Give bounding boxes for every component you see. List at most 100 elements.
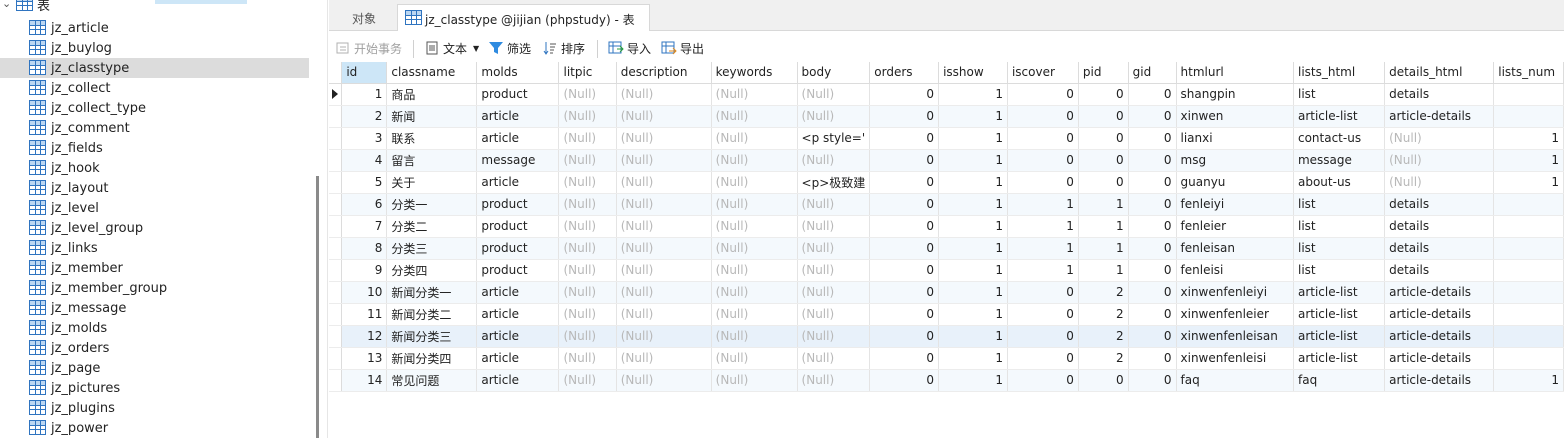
cell-keywords[interactable]: (Null): [711, 149, 798, 172]
cell-gid[interactable]: 0: [1128, 83, 1177, 106]
cell-pid[interactable]: 1: [1078, 259, 1129, 282]
cell-pid[interactable]: 0: [1078, 127, 1129, 150]
cell-isshow[interactable]: 1: [938, 83, 1008, 106]
cell-orders[interactable]: 0: [869, 237, 940, 260]
cell-litpic[interactable]: (Null): [558, 281, 617, 304]
cell-pid[interactable]: 2: [1078, 281, 1129, 304]
cell-classname[interactable]: 分类二: [386, 215, 478, 238]
cell-orders[interactable]: 0: [869, 215, 940, 238]
cell-isshow[interactable]: 1: [938, 105, 1008, 128]
cell-molds[interactable]: article: [476, 347, 560, 370]
tree-item-jz-links[interactable]: jz_links: [0, 238, 309, 258]
table-row[interactable]: 6 分类一 product (Null) (Null) (Null) (Null) 0 1 1 1 0…: [329, 193, 1564, 216]
cell-gid[interactable]: 0: [1128, 237, 1177, 260]
cell-lists-num[interactable]: [1493, 325, 1564, 348]
cell-lists-num[interactable]: [1493, 281, 1564, 304]
import-button[interactable]: 导入: [608, 38, 651, 58]
cell-description[interactable]: (Null): [616, 281, 712, 304]
cell-keywords[interactable]: (Null): [711, 127, 798, 150]
cell-litpic[interactable]: (Null): [558, 105, 617, 128]
row-marker[interactable]: [329, 237, 343, 260]
cell-id[interactable]: 4: [341, 149, 388, 172]
table-row[interactable]: 11 新闻分类二 article (Null) (Null) (Null) (Null) 0 1…: [329, 303, 1564, 326]
row-marker[interactable]: [329, 105, 343, 128]
row-marker[interactable]: [329, 281, 343, 304]
cell-molds[interactable]: article: [476, 369, 560, 392]
tree-group-tables[interactable]: ⌄ 表: [0, 0, 300, 14]
tree-item-jz-pictures[interactable]: jz_pictures: [0, 378, 309, 398]
cell-description[interactable]: (Null): [616, 105, 712, 128]
cell-litpic[interactable]: (Null): [558, 259, 617, 282]
cell-description[interactable]: (Null): [616, 193, 712, 216]
cell-gid[interactable]: 0: [1128, 369, 1177, 392]
cell-pid[interactable]: 1: [1078, 237, 1129, 260]
cell-body[interactable]: (Null): [797, 259, 871, 282]
cell-classname[interactable]: 分类四: [386, 259, 478, 282]
cell-htmlurl[interactable]: xinwenfenleiyi: [1176, 281, 1294, 304]
tree-item-jz-classtype[interactable]: jz_classtype: [0, 58, 309, 78]
tree-item-jz-member[interactable]: jz_member: [0, 258, 309, 278]
column-header-orders[interactable]: orders: [869, 62, 940, 84]
cell-description[interactable]: (Null): [616, 347, 712, 370]
cell-molds[interactable]: product: [476, 83, 560, 106]
cell-orders[interactable]: 0: [869, 347, 940, 370]
cell-classname[interactable]: 新闻分类二: [386, 303, 478, 326]
cell-htmlurl[interactable]: guanyu: [1176, 171, 1294, 194]
column-header-lists-num[interactable]: lists_num: [1493, 62, 1564, 84]
cell-lists-html[interactable]: article-list: [1293, 281, 1386, 304]
cell-id[interactable]: 10: [341, 281, 388, 304]
tree-scrollbar[interactable]: [314, 0, 328, 438]
row-marker[interactable]: [329, 325, 343, 348]
cell-body[interactable]: (Null): [797, 325, 871, 348]
cell-details-html[interactable]: article-details: [1384, 105, 1495, 128]
tab-objects[interactable]: 对象: [329, 4, 397, 31]
cell-pid[interactable]: 1: [1078, 193, 1129, 216]
table-row[interactable]: 14 常见问题 article (Null) (Null) (Null) (Null) 0 1 0…: [329, 369, 1564, 392]
table-row[interactable]: 10 新闻分类一 article (Null) (Null) (Null) (Null) 0 1…: [329, 281, 1564, 304]
row-marker[interactable]: [329, 347, 343, 370]
cell-keywords[interactable]: (Null): [711, 83, 798, 106]
row-marker[interactable]: [329, 193, 343, 216]
cell-iscover[interactable]: 0: [1007, 83, 1079, 106]
column-header-iscover[interactable]: iscover: [1007, 62, 1079, 84]
text-button[interactable]: 文本 ▼: [424, 38, 479, 58]
tree-item-jz-level[interactable]: jz_level: [0, 198, 309, 218]
cell-lists-html[interactable]: faq: [1293, 369, 1386, 392]
row-marker[interactable]: [329, 127, 343, 150]
cell-htmlurl[interactable]: shangpin: [1176, 83, 1294, 106]
cell-details-html[interactable]: details: [1384, 193, 1495, 216]
scrollbar-thumb[interactable]: [316, 176, 319, 438]
cell-orders[interactable]: 0: [869, 259, 940, 282]
cell-pid[interactable]: 2: [1078, 303, 1129, 326]
cell-gid[interactable]: 0: [1128, 149, 1177, 172]
cell-body[interactable]: <p style=': [797, 127, 871, 150]
cell-keywords[interactable]: (Null): [711, 369, 798, 392]
cell-body[interactable]: (Null): [797, 347, 871, 370]
column-header-lists-html[interactable]: lists_html: [1293, 62, 1386, 84]
cell-description[interactable]: (Null): [616, 215, 712, 238]
cell-iscover[interactable]: 0: [1007, 303, 1079, 326]
tree-item-jz-comment[interactable]: jz_comment: [0, 118, 309, 138]
column-header-id[interactable]: id: [341, 62, 388, 84]
cell-iscover[interactable]: 1: [1007, 215, 1079, 238]
cell-gid[interactable]: 0: [1128, 259, 1177, 282]
cell-keywords[interactable]: (Null): [711, 193, 798, 216]
column-header-description[interactable]: description: [616, 62, 712, 84]
cell-body[interactable]: (Null): [797, 303, 871, 326]
tree-item-jz-layout[interactable]: jz_layout: [0, 178, 309, 198]
cell-keywords[interactable]: (Null): [711, 303, 798, 326]
tree-item-jz-page[interactable]: jz_page: [0, 358, 309, 378]
cell-litpic[interactable]: (Null): [558, 83, 617, 106]
cell-lists-num[interactable]: [1493, 193, 1564, 216]
cell-litpic[interactable]: (Null): [558, 325, 617, 348]
cell-lists-num[interactable]: [1493, 83, 1564, 106]
cell-classname[interactable]: 分类一: [386, 193, 478, 216]
cell-lists-num[interactable]: [1493, 215, 1564, 238]
cell-pid[interactable]: 0: [1078, 369, 1129, 392]
cell-iscover[interactable]: 0: [1007, 149, 1079, 172]
cell-description[interactable]: (Null): [616, 237, 712, 260]
cell-lists-html[interactable]: article-list: [1293, 325, 1386, 348]
cell-description[interactable]: (Null): [616, 83, 712, 106]
row-marker[interactable]: [329, 259, 343, 282]
cell-iscover[interactable]: 0: [1007, 105, 1079, 128]
